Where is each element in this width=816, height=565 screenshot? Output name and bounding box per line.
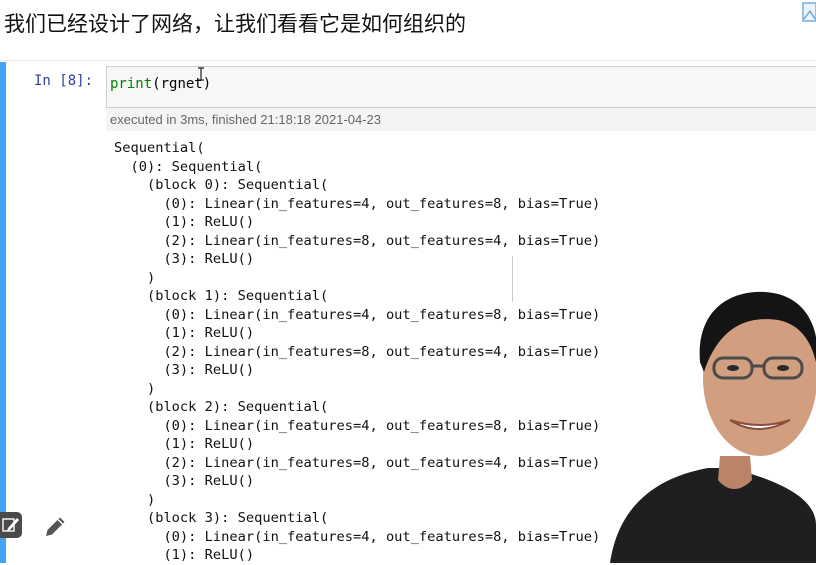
output-line: (1): ReLU(): [114, 546, 600, 565]
output-line: Sequential(: [114, 139, 600, 158]
output-line: (0): Linear(in_features=4, out_features=…: [114, 528, 600, 547]
input-prompt: In [8]:: [34, 73, 93, 89]
edit-mode-icon: [0, 512, 22, 538]
output-line: (3): ReLU(): [114, 472, 600, 491]
output-line: (1): ReLU(): [114, 324, 600, 343]
output-line: (block 2): Sequential(: [114, 398, 600, 417]
output-line: (block 3): Sequential(: [114, 509, 600, 528]
output-line: (1): ReLU(): [114, 213, 600, 232]
output-line: (0): Linear(in_features=4, out_features=…: [114, 417, 600, 436]
output-line: ): [114, 491, 600, 510]
cell-output: Sequential( (0): Sequential( (block 0): …: [114, 139, 600, 565]
image-icon[interactable]: [800, 0, 816, 24]
output-line: ): [114, 269, 600, 288]
top-divider: [0, 60, 816, 61]
vertical-guide-line: [512, 256, 513, 302]
output-line: (3): ReLU(): [114, 361, 600, 380]
execution-info: executed in 3ms, finished 21:18:18 2021-…: [106, 108, 816, 131]
output-line: (1): ReLU(): [114, 435, 600, 454]
output-line: (2): Linear(in_features=8, out_features=…: [114, 454, 600, 473]
presenter-video-overlay: [600, 280, 816, 563]
output-line: (0): Sequential(: [114, 158, 600, 177]
output-line: (0): Linear(in_features=4, out_features=…: [114, 306, 600, 325]
left-toolbar: [0, 512, 80, 544]
output-line: (2): Linear(in_features=8, out_features=…: [114, 343, 600, 362]
output-line: (0): Linear(in_features=4, out_features=…: [114, 195, 600, 214]
text-cursor-icon: [197, 67, 205, 81]
output-line: ): [114, 380, 600, 399]
code-input-area[interactable]: print(rgnet): [106, 66, 816, 108]
output-line: (block 0): Sequential(: [114, 176, 600, 195]
pencil-icon[interactable]: [42, 514, 68, 540]
output-line: (block 1): Sequential(: [114, 287, 600, 306]
output-line: (3): ReLU(): [114, 250, 600, 269]
edit-mode-button[interactable]: [0, 512, 22, 538]
output-line: (2): Linear(in_features=8, out_features=…: [114, 232, 600, 251]
code-line: print(rgnet): [110, 76, 211, 92]
code-builtin-print: print: [110, 76, 152, 92]
video-subtitle: 我们已经设计了网络，让我们看看它是如何组织的: [4, 8, 466, 38]
selected-cell-indicator: [0, 62, 6, 563]
